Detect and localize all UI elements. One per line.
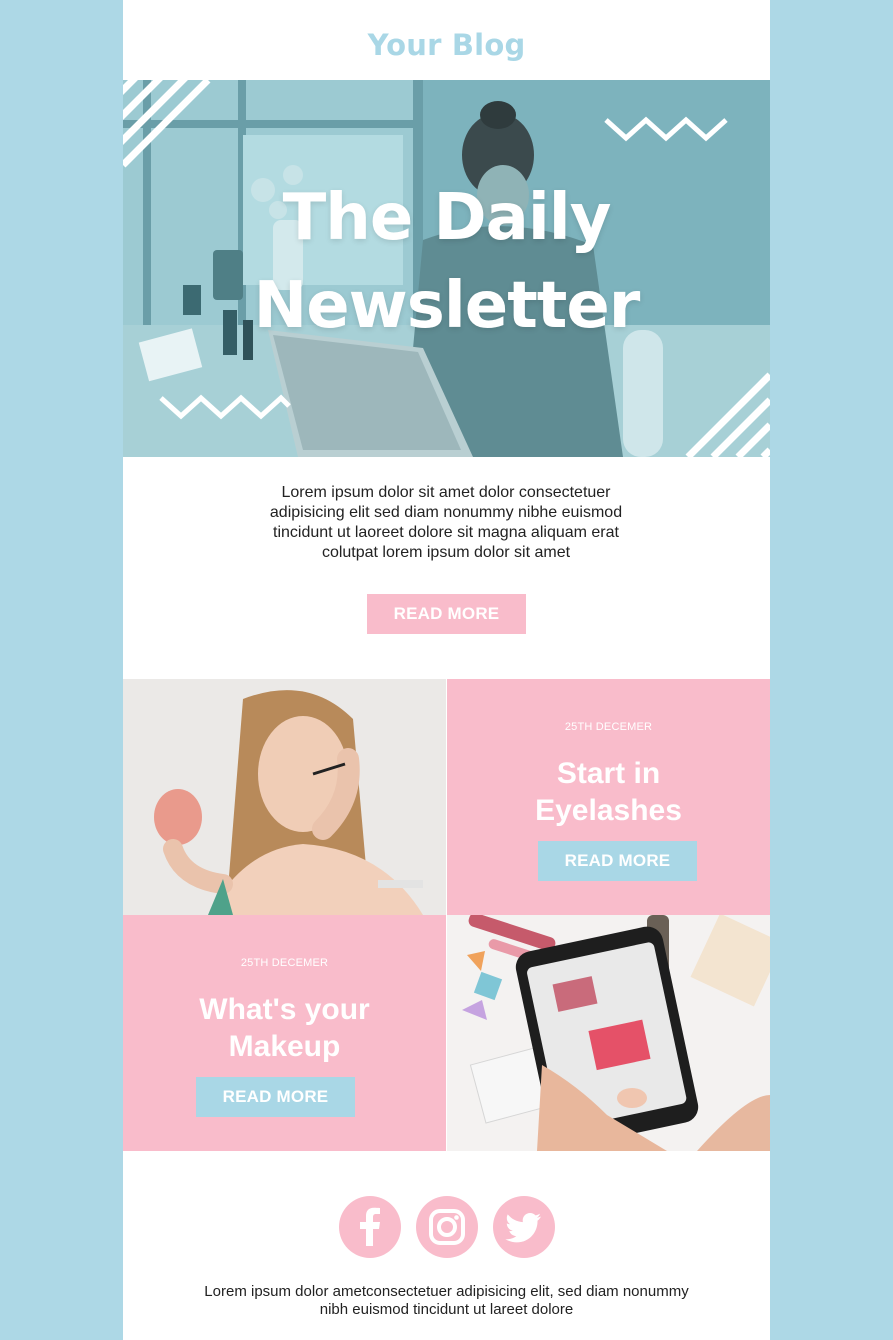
article-card-eyelashes: 25TH DECEMER Start in Eyelashes READ MOR… xyxy=(447,679,770,915)
article-title-line2: Makeup xyxy=(228,1030,341,1063)
intro-text: Lorem ipsum dolor sit amet dolor consect… xyxy=(269,484,623,561)
article-title-line1: What's your xyxy=(199,993,370,1026)
hero-title: The Daily Newsletter xyxy=(123,174,770,350)
hero-title-line2: Newsletter xyxy=(253,269,641,343)
makeup-read-more-button[interactable]: READ MORE xyxy=(196,1077,355,1117)
instagram-icon xyxy=(429,1209,465,1245)
article-date: 25TH DECEMER xyxy=(564,721,653,733)
eyelashes-read-more-button[interactable]: READ MORE xyxy=(538,841,697,881)
twitter-icon xyxy=(505,1213,541,1243)
makeup-photo xyxy=(447,915,770,1151)
newsletter-sheet: Your Blog The Daily Newsletter Lorem ips… xyxy=(123,0,770,1340)
article-title: Start in Eyelashes xyxy=(447,755,770,829)
twitter-button[interactable] xyxy=(493,1196,555,1258)
article-date: 25TH DECEMER xyxy=(240,957,329,969)
footer-text: Lorem ipsum dolor ametconsectetuer adipi… xyxy=(204,1283,689,1318)
article-title: What's your Makeup xyxy=(123,991,446,1065)
instagram-button[interactable] xyxy=(416,1196,478,1258)
article-card-makeup: 25TH DECEMER What's your Makeup READ MOR… xyxy=(123,915,446,1151)
facebook-button[interactable] xyxy=(339,1196,401,1258)
blog-brand[interactable]: Your Blog xyxy=(123,28,770,62)
intro-read-more-button[interactable]: READ MORE xyxy=(367,594,526,634)
eyelashes-photo xyxy=(123,679,446,915)
facebook-icon xyxy=(360,1207,380,1246)
article-title-line1: Start in xyxy=(556,757,661,790)
article-title-line2: Eyelashes xyxy=(535,794,682,827)
hero-banner: The Daily Newsletter xyxy=(123,80,770,457)
hero-title-line1: The Daily xyxy=(282,181,612,255)
